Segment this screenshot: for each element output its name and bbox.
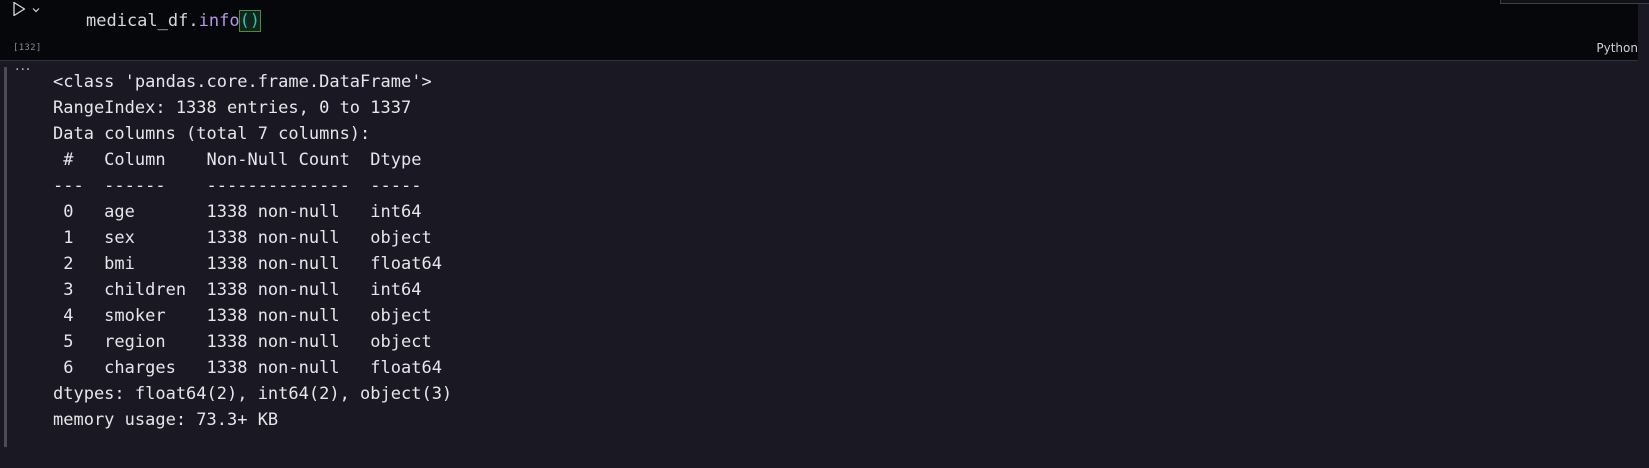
code-line[interactable]: medical_df.info(): [86, 9, 262, 33]
output-line: 6 charges 1338 non-null float64: [53, 358, 442, 378]
output-line: Data columns (total 7 columns):: [53, 124, 371, 144]
find-widget: [1500, 0, 1649, 4]
play-icon: [13, 1, 26, 17]
notebook-cell: [132] medical_df.info() Python ··· <clas…: [0, 0, 1649, 468]
code-variable: medical_df: [86, 11, 189, 31]
output-line: 5 region 1338 non-null object: [53, 332, 442, 352]
output-line: --- ------ -------------- -----: [53, 176, 442, 196]
language-selector[interactable]: Python: [1596, 41, 1638, 55]
output-collapse-bar[interactable]: [4, 67, 7, 447]
run-options-button[interactable]: [31, 2, 41, 13]
cell-gutter: [132]: [0, 0, 48, 61]
chevron-down-icon: [32, 8, 40, 13]
output-line: dtypes: float64(2), int64(2), object(3): [53, 384, 453, 404]
output-line: 1 sex 1338 non-null object: [53, 228, 442, 248]
output-line: 0 age 1338 non-null int64: [53, 202, 442, 222]
code-editor[interactable]: [48, 0, 1649, 61]
output-line: RangeIndex: 1338 entries, 0 to 1337: [53, 98, 412, 118]
output-line: 3 children 1338 non-null int64: [53, 280, 442, 300]
code-dot: .: [188, 11, 199, 31]
output-line: <class 'pandas.core.frame.DataFrame'>: [53, 72, 432, 92]
run-cell-button[interactable]: [10, 0, 28, 18]
code-parens: (): [238, 10, 262, 32]
output-line: # Column Non-Null Count Dtype: [53, 150, 442, 170]
output-line: memory usage: 73.3+ KB: [53, 410, 279, 430]
output-line: 2 bmi 1338 non-null float64: [53, 254, 442, 274]
cell-output: ··· <class 'pandas.core.frame.DataFrame'…: [0, 61, 1649, 468]
execution-count: [132]: [13, 43, 42, 53]
ellipsis-icon[interactable]: ···: [15, 63, 35, 79]
output-line: 4 smoker 1338 non-null object: [53, 306, 442, 326]
code-method: info: [198, 11, 240, 31]
output-text: <class 'pandas.core.frame.DataFrame'> Ran…: [53, 69, 452, 433]
cell-input: [132] medical_df.info() Python: [0, 0, 1649, 61]
